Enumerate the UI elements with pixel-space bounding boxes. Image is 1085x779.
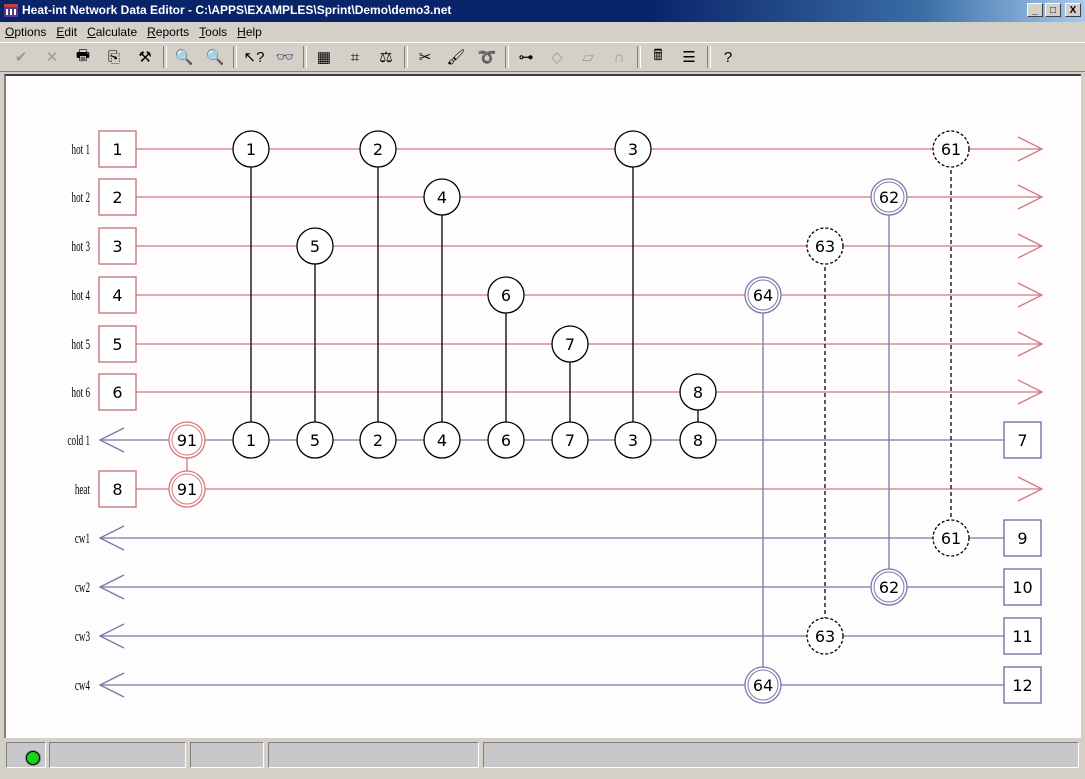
exchanger-id-label: 62	[879, 188, 899, 207]
exchanger-id-label: 5	[310, 237, 320, 256]
hot-stream-source-box-label: 1	[112, 140, 122, 159]
exchanger-id-label: 3	[628, 431, 638, 450]
stream-label: cw2	[75, 579, 90, 596]
exchanger-id-label: 4	[437, 188, 447, 207]
cold-stream-source-box-label: 7	[1017, 431, 1027, 450]
stream-label: cw4	[75, 677, 90, 694]
exchanger-id-label: 4	[437, 431, 447, 450]
exchanger-id-label: 64	[753, 286, 773, 305]
exchanger-id-label: 8	[693, 431, 703, 450]
cold-stream-source-box-label: 10	[1012, 578, 1032, 597]
hot-stream-source-box-label: 6	[112, 383, 122, 402]
exchanger-id-label: 61	[941, 529, 961, 548]
exchanger-id-label: 7	[565, 335, 575, 354]
exchanger-id-label: 62	[879, 578, 899, 597]
stream-label: heat	[75, 481, 91, 498]
exchanger-id-label: 2	[373, 140, 383, 159]
stream-label: hot 6	[72, 384, 90, 401]
stream-label: hot 2	[72, 189, 90, 206]
status-panel-4	[483, 742, 1079, 768]
cold-stream-source-box-label: 12	[1012, 676, 1032, 695]
stream-label: cw1	[75, 530, 90, 547]
cold-stream-source-box-label: 9	[1017, 529, 1027, 548]
hot-stream-source-box-label: 2	[112, 188, 122, 207]
exchanger-id-label: 1	[246, 140, 256, 159]
exchanger-id-label: 6	[501, 286, 511, 305]
stream-label: cold 1	[68, 432, 90, 449]
hot-stream-source-box-label: 3	[112, 237, 122, 256]
exchanger-id-label: 63	[815, 627, 835, 646]
status-indicator-panel	[6, 742, 46, 768]
exchanger-id-label: 61	[941, 140, 961, 159]
cold-stream-source-box-label: 11	[1012, 627, 1032, 646]
exchanger-id-label: 8	[693, 383, 703, 402]
exchanger-id-label: 91	[177, 480, 197, 499]
status-panel-3	[268, 742, 479, 768]
exchanger-id-label: 2	[373, 431, 383, 450]
status-panel-2	[190, 742, 264, 768]
exchanger-id-label: 6	[501, 431, 511, 450]
status-led-icon	[26, 751, 40, 765]
status-bar	[0, 738, 1085, 779]
exchanger-id-label: 3	[628, 140, 638, 159]
grid-diagram[interactable]: hot 1 1 hot 2 2 hot 3 3 hot 4 4 hot 5 5 hot 6 6 cold…	[0, 0, 1085, 779]
stream-label: hot 5	[72, 336, 90, 353]
stream-label: hot 1	[72, 141, 90, 158]
exchanger-id-label: 91	[177, 431, 197, 450]
exchanger-id-label: 1	[246, 431, 256, 450]
hot-stream-source-box-label: 4	[112, 286, 122, 305]
stream-label: hot 4	[72, 287, 90, 304]
utility-source-box-label: 8	[112, 480, 122, 499]
network-diagram-canvas[interactable]: hot 1 1 hot 2 2 hot 3 3 hot 4 4 hot 5 5 hot 6 6 cold…	[4, 74, 1081, 738]
stream-label: hot 3	[72, 238, 90, 255]
exchanger-id-label: 64	[753, 676, 773, 695]
status-panel-1	[49, 742, 186, 768]
stream-label: cw3	[75, 628, 90, 645]
hot-stream-source-box-label: 5	[112, 335, 122, 354]
exchanger-id-label: 7	[565, 431, 575, 450]
exchanger-id-label: 63	[815, 237, 835, 256]
exchanger-id-label: 5	[310, 431, 320, 450]
